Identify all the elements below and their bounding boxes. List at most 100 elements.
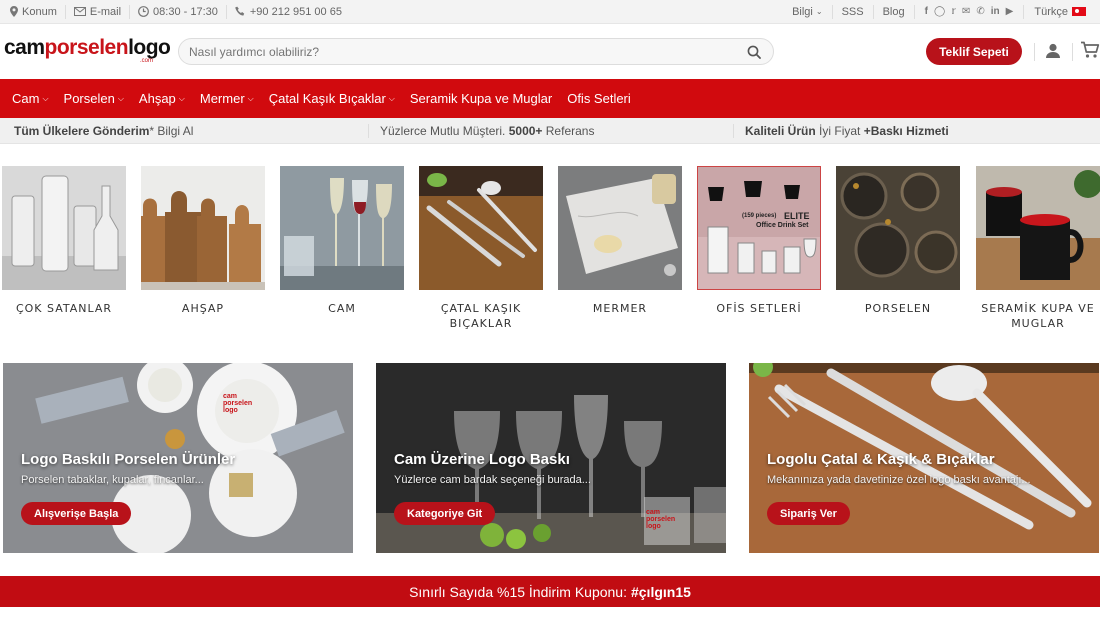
go-to-category-button[interactable]: Kategoriye Git [394,502,496,525]
linkedin-icon[interactable]: in [991,6,1000,17]
chevron-down-icon: ⌵ [388,93,395,103]
quality-bold: Kaliteli Ürün [745,124,816,138]
language-selector[interactable]: Türkçe [1024,6,1086,18]
banner-catal-kasik[interactable]: Logolu Çatal & Kaşık & Bıçaklar Mekanını… [749,363,1099,553]
nav-item-label: Cam [12,91,40,106]
banner-cam[interactable]: cam porselen logo Cam Üzerine Logo Baskı… [376,363,726,553]
category-image [141,166,265,290]
coupon-bar: Sınırlı Sayıda %15 İndirim Kuponu: #çılg… [0,576,1100,607]
shipping-info[interactable]: Tüm Ülkelere Gönderim* Bilgi Al [14,124,193,138]
banner-print-text: cam porselen logo [223,393,253,414]
phone-icon[interactable]: ✆ [976,6,984,17]
top-bar: Konum E-mail 08:30 - 17:30 +90 212 951 0… [0,0,1100,24]
social-links: f ◯ 𝕣 ✉ ✆ in ▶ [915,4,1025,19]
nav-item-label: Ahşap [138,91,176,106]
nav-item-label: Ofis Setleri [567,91,631,106]
chevron-down-icon: ⌵ [247,93,254,103]
location-label: Konum [22,5,57,18]
start-shopping-button[interactable]: Alışverişe Başla [21,502,132,525]
category-seramik-kupa[interactable]: SERAMİK KUPA VE MUGLAR [976,166,1100,331]
blog-link[interactable]: Blog [874,4,915,19]
site-logo[interactable]: camporselenlogo [4,36,171,59]
youtube-icon[interactable]: ▶ [1006,6,1014,17]
search-button[interactable] [745,43,763,61]
nav-item-seramik-kupa[interactable]: Seramik Kupa ve Muglar [410,91,552,106]
chevron-down-icon: ⌄ [815,7,823,16]
category-catal-kasik-bicaklar[interactable]: ÇATAL KAŞIK BIÇAKLAR [419,166,543,331]
customers-bold: 5000+ [508,124,543,138]
category-label: SERAMİK KUPA VE MUGLAR [981,302,1095,330]
category-ofis-setleri[interactable]: (159 pieces) ELITE Office Drink Set OFİS… [697,166,821,316]
order-button[interactable]: Sipariş Ver [767,502,850,525]
banner-title: Logo Baskılı Porselen Ürünler [21,451,236,468]
nav-item-ahsap[interactable]: Ahşap ⌵ [139,91,185,106]
nav-item-mermer[interactable]: Mermer ⌵ [200,91,254,106]
nav-item-catal-kasik[interactable]: Çatal Kaşık Bıçaklar ⌵ [269,91,395,106]
category-cok-satanlar[interactable]: ÇOK SATANLAR [2,166,126,316]
nav-item-cam[interactable]: Cam ⌵ [12,91,49,106]
phone-icon [235,6,245,16]
twitter-icon[interactable]: 𝕣 [951,6,956,17]
logo-part-logo: logo [128,36,171,59]
shipping-rest: * Bilgi Al [149,124,194,138]
chevron-down-icon: ⌵ [117,93,124,103]
shipping-bold: Tüm Ülkelere Gönderim [14,124,150,138]
search-input[interactable] [189,44,745,59]
category-image: (159 pieces) ELITE Office Drink Set [697,166,821,290]
nav-item-porselen[interactable]: Porselen ⌵ [64,91,124,106]
header-divider [1072,43,1073,61]
clock-icon [138,6,149,17]
mail-icon[interactable]: ✉ [962,6,970,17]
bilgi-link[interactable]: Bilgi ⌄ [783,4,833,19]
banner-print-text: cam porselen logo [646,509,676,530]
nav-item-label: Çatal Kaşık Bıçaklar [268,91,386,106]
header-divider [1034,43,1035,61]
logo-part-porselen: porselen [44,36,129,59]
category-label: ÇOK SATANLAR [15,302,113,315]
banner-porselen[interactable]: cam porselen logo Logo Baskılı Porselen … [3,363,353,553]
search-bar [178,38,774,65]
category-image [419,166,543,290]
logo-part-cam: cam [4,36,45,59]
instagram-icon[interactable]: ◯ [934,6,945,17]
phone-link[interactable]: +90 212 951 00 65 [227,5,350,19]
hours-label: 08:30 - 17:30 [153,5,218,18]
banner-subtitle: Porselen tabaklar, kupalar, fincanlar... [21,474,204,486]
account-button[interactable] [1044,42,1062,60]
nav-item-label: Porselen [63,91,115,106]
cart-button[interactable] [1080,41,1100,61]
quote-basket-button[interactable]: Teklif Sepeti [926,38,1022,65]
nav-item-ofis-setleri[interactable]: Ofis Setleri [567,91,631,106]
sss-label: SSS [841,5,864,18]
email-link[interactable]: E-mail [66,4,131,19]
category-label: MERMER [592,302,648,315]
search-icon [747,45,761,59]
info-divider [733,124,734,138]
banner-title: Logolu Çatal & Kaşık & Bıçaklar [767,451,995,468]
envelope-icon [73,7,86,16]
facebook-icon[interactable]: f [925,6,928,17]
info-strip: Tüm Ülkelere Gönderim* Bilgi Al Yüzlerce… [0,118,1100,144]
category-image [558,166,682,290]
email-label: E-mail [89,5,122,18]
category-image [280,166,404,290]
hours-info: 08:30 - 17:30 [130,4,227,19]
customers-rest: Referans [545,124,595,138]
banner-title: Cam Üzerine Logo Baskı [394,451,570,468]
user-icon [1046,43,1060,58]
category-ahsap[interactable]: AHŞAP [141,166,265,316]
customers-text: Yüzlerce Mutlu Müşteri. [380,124,506,138]
location-link[interactable]: Konum [2,4,66,19]
category-porselen[interactable]: PORSELEN [836,166,960,316]
category-label: ÇATAL KAŞIK BIÇAKLAR [440,302,522,330]
coupon-code: #çılgın15 [630,583,691,600]
office-set-small-text: (159 pieces) [742,213,777,219]
sss-link[interactable]: SSS [833,4,874,19]
category-mermer[interactable]: MERMER [558,166,682,316]
category-cam[interactable]: CAM [280,166,404,316]
bilgi-label: Bilgi [792,5,813,18]
info-divider [368,124,369,138]
customers-info: Yüzlerce Mutlu Müşteri. 5000+ Referans [380,124,594,138]
blog-label: Blog [882,5,905,18]
nav-item-label: Mermer [199,91,245,106]
